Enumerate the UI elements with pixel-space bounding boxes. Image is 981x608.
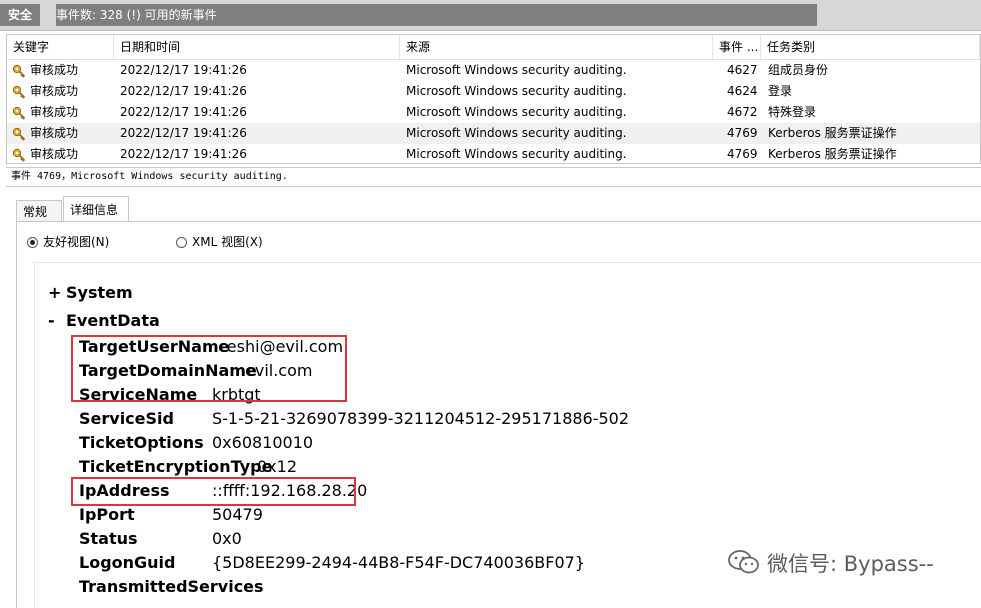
row-datetime: 2022/12/17 19:41:26	[120, 63, 247, 77]
field-name: TicketEncryptionType	[79, 457, 272, 477]
field-name-text: Status	[79, 529, 138, 548]
field-name-text: LogonGuid	[79, 553, 176, 572]
row-category: Kerberos 服务票证操作	[768, 147, 897, 161]
field-name: ServiceSid	[79, 409, 174, 429]
field-value: -	[245, 577, 251, 596]
row-keyword: 审核成功	[30, 105, 79, 119]
column-datetime[interactable]: 日期和时间	[114, 35, 400, 59]
column-event-id[interactable]: 事件 ...	[713, 35, 761, 59]
table-row[interactable]: 审核成功 2022/12/17 19:41:26 Microsoft Windows…	[7, 81, 980, 102]
field-value: {5D8EE299-2494-44B8-F54F-DC740036BF07}	[212, 553, 585, 572]
row-keyword: 审核成功	[30, 84, 79, 98]
field-name-text: TicketEncryptionType	[79, 457, 273, 476]
title-bar: 安全 事件数: 328 (!) 可用的新事件	[0, 0, 981, 31]
radio-selected-icon	[27, 237, 38, 248]
row-event-id: 4769	[727, 147, 758, 161]
tab-general[interactable]: 常规	[16, 200, 62, 222]
watermark: 微信号: Bypass--	[727, 548, 934, 578]
tree-system-label: System	[66, 283, 133, 302]
row-datetime: 2022/12/17 19:41:26	[120, 105, 247, 119]
field-name-text: IpPort	[79, 505, 135, 524]
table-row[interactable]: 审核成功 2022/12/17 19:41:26 Microsoft Windows…	[7, 123, 980, 144]
expand-icon: +	[48, 283, 62, 302]
row-source: Microsoft Windows security auditing.	[406, 147, 627, 161]
friendly-view-label: 友好视图(N)	[43, 235, 110, 249]
table-row[interactable]: 审核成功 2022/12/17 19:41:26 Microsoft Windows…	[7, 102, 980, 123]
highlight-box-ipaddress	[71, 477, 356, 506]
list-header: 关键字 日期和时间 来源 事件 ... 任务类别	[7, 35, 980, 60]
log-name: 安全	[0, 4, 41, 26]
column-task-category[interactable]: 任务类别	[761, 35, 980, 59]
row-keyword: 审核成功	[30, 126, 79, 140]
field-value: 0x60810010	[212, 433, 314, 452]
field-name: Status	[79, 529, 138, 549]
table-row[interactable]: 审核成功 2022/12/17 19:41:26 Microsoft Windows…	[7, 60, 980, 81]
wechat-icon	[728, 550, 759, 574]
tree-eventdata[interactable]: - EventData	[48, 311, 160, 331]
row-datetime: 2022/12/17 19:41:26	[120, 84, 247, 98]
table-row[interactable]: 审核成功 2022/12/17 19:41:26 Microsoft Windows…	[7, 144, 980, 163]
row-event-id: 4769	[727, 126, 758, 140]
field-name-text: TransmittedServices	[79, 577, 264, 596]
field-name-text: ServiceSid	[79, 409, 174, 428]
row-source: Microsoft Windows security auditing.	[406, 126, 627, 140]
row-datetime: 2022/12/17 19:41:26	[120, 126, 247, 140]
field-name: LogonGuid	[79, 553, 175, 573]
xml-view-label: XML 视图(X)	[192, 235, 263, 249]
row-category: 特殊登录	[768, 105, 817, 119]
audit-success-key-icon	[12, 148, 26, 162]
row-keyword: 审核成功	[30, 63, 79, 77]
tab-details[interactable]: 详细信息	[63, 196, 129, 222]
row-event-id: 4672	[727, 105, 758, 119]
field-value: 50479	[212, 505, 263, 524]
field-name: TicketOptions	[79, 433, 204, 453]
event-list[interactable]: 关键字 日期和时间 来源 事件 ... 任务类别 审核成功 2022/12/17 …	[6, 34, 981, 164]
field-value: 0x0	[212, 529, 242, 548]
audit-success-key-icon	[12, 64, 26, 78]
tree-eventdata-label: EventData	[66, 311, 160, 330]
watermark-text: 微信号: Bypass--	[767, 552, 934, 576]
collapse-icon: -	[48, 311, 55, 330]
field-name: IpPort	[79, 505, 135, 525]
row-source: Microsoft Windows security auditing.	[406, 105, 627, 119]
audit-success-key-icon	[12, 85, 26, 99]
row-source: Microsoft Windows security auditing.	[406, 63, 627, 77]
field-name-text: TicketOptions	[79, 433, 204, 452]
audit-success-key-icon	[12, 127, 26, 141]
row-source: Microsoft Windows security auditing.	[406, 84, 627, 98]
event-count: 事件数: 328 (!) 可用的新事件	[56, 4, 817, 26]
row-keyword: 审核成功	[30, 147, 79, 161]
column-source[interactable]: 来源	[400, 35, 713, 59]
row-datetime: 2022/12/17 19:41:26	[120, 147, 247, 161]
friendly-view-radio[interactable]: 友好视图(N)	[27, 234, 109, 250]
radio-unselected-icon	[176, 237, 187, 248]
tree-system[interactable]: + System	[48, 283, 133, 303]
highlight-box-target	[71, 335, 347, 402]
row-category: 组成员身份	[768, 63, 829, 77]
field-name: TransmittedServices	[79, 577, 264, 597]
row-event-id: 4627	[727, 63, 758, 77]
column-keyword[interactable]: 关键字	[7, 35, 114, 59]
xml-view-radio[interactable]: XML 视图(X)	[176, 234, 263, 250]
row-category: 登录	[768, 84, 793, 98]
field-value: S-1-5-21-3269078399-3211204512-295171886…	[212, 409, 630, 428]
field-value: 0x12	[257, 457, 298, 476]
audit-success-key-icon	[12, 106, 26, 120]
event-summary: 事件 4769，Microsoft Windows security audit…	[6, 167, 981, 187]
row-category: Kerberos 服务票证操作	[768, 126, 897, 140]
row-event-id: 4624	[727, 84, 758, 98]
